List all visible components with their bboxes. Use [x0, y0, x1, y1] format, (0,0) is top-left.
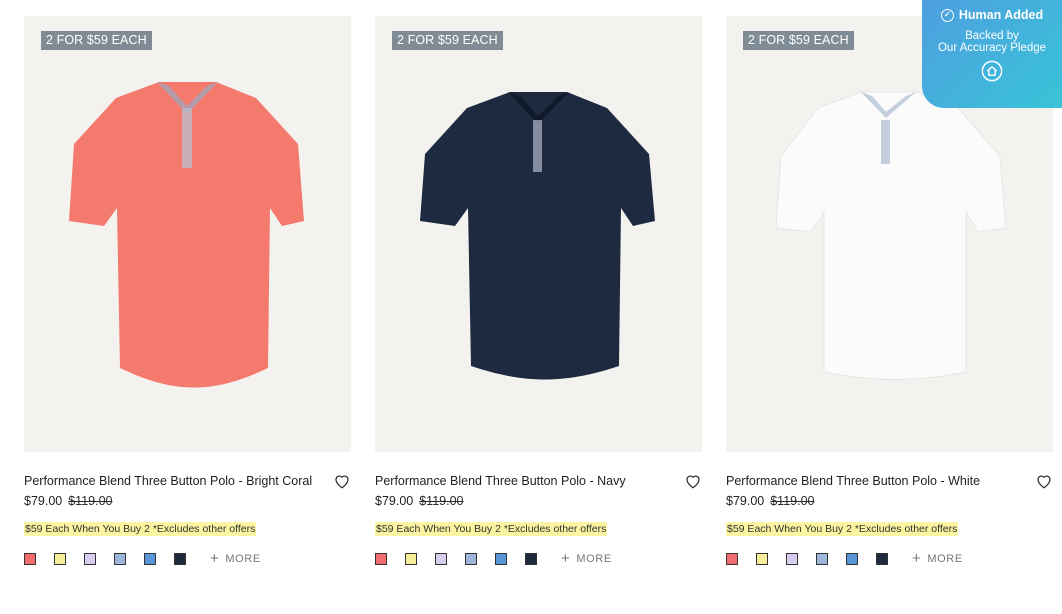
color-swatch[interactable]	[525, 553, 537, 565]
promo-badge: 2 FOR $59 EACH	[743, 31, 854, 50]
color-swatch[interactable]	[84, 553, 96, 565]
heart-icon[interactable]	[1035, 472, 1053, 490]
product-title[interactable]: Performance Blend Three Button Polo - Br…	[24, 472, 351, 489]
color-swatches: + MORE	[375, 550, 702, 567]
product-title[interactable]: Performance Blend Three Button Polo - Wh…	[726, 472, 1053, 489]
offer-text: $59 Each When You Buy 2 *Excludes other …	[375, 522, 608, 536]
offer-text: $59 Each When You Buy 2 *Excludes other …	[726, 522, 959, 536]
polo-shirt-image	[420, 92, 655, 380]
more-label: MORE	[225, 553, 261, 565]
original-price: $119.00	[68, 494, 113, 508]
current-price: $79.00	[726, 494, 765, 508]
original-price: $119.00	[419, 494, 464, 508]
more-colors-button[interactable]: + MORE	[912, 550, 963, 567]
color-swatch[interactable]	[846, 553, 858, 565]
color-swatch[interactable]	[876, 553, 888, 565]
color-swatch[interactable]	[54, 553, 66, 565]
color-swatch[interactable]	[144, 553, 156, 565]
price: $79.00 $119.00	[24, 493, 351, 509]
color-swatch[interactable]	[174, 553, 186, 565]
polo-shirt-image	[69, 82, 304, 388]
pledge-heading: ✓ Human Added	[922, 8, 1062, 22]
plus-icon: +	[912, 550, 922, 567]
price: $79.00 $119.00	[726, 493, 1053, 509]
product-title[interactable]: Performance Blend Three Button Polo - Na…	[375, 472, 702, 489]
promo-badge: 2 FOR $59 EACH	[392, 31, 503, 50]
heart-icon[interactable]	[333, 472, 351, 490]
color-swatch[interactable]	[726, 553, 738, 565]
product-card[interactable]: 2 FOR $59 EACH Performance Blend Three B…	[24, 16, 351, 566]
product-image[interactable]: 2 FOR $59 EACH	[375, 16, 702, 452]
color-swatch[interactable]	[786, 553, 798, 565]
more-colors-button[interactable]: + MORE	[210, 550, 261, 567]
price: $79.00 $119.00	[375, 493, 702, 509]
pledge-subtext: Backed by Our Accuracy Pledge	[937, 30, 1047, 54]
color-swatches: + MORE	[24, 550, 351, 567]
color-swatch[interactable]	[816, 553, 828, 565]
color-swatch[interactable]	[435, 553, 447, 565]
accuracy-pledge-badge[interactable]: ✓ Human Added Backed by Our Accuracy Ple…	[922, 0, 1062, 108]
current-price: $79.00	[375, 494, 414, 508]
heart-icon[interactable]	[684, 472, 702, 490]
offer-text: $59 Each When You Buy 2 *Excludes other …	[24, 522, 257, 536]
promo-badge: 2 FOR $59 EACH	[41, 31, 152, 50]
product-card[interactable]: 2 FOR $59 EACH Performance Blend Three B…	[375, 16, 702, 566]
color-swatch[interactable]	[756, 553, 768, 565]
color-swatch[interactable]	[465, 553, 477, 565]
original-price: $119.00	[770, 494, 815, 508]
more-label: MORE	[576, 553, 612, 565]
current-price: $79.00	[24, 494, 63, 508]
color-swatch[interactable]	[114, 553, 126, 565]
check-circle-icon: ✓	[940, 8, 954, 22]
plus-icon: +	[561, 550, 571, 567]
product-image[interactable]: 2 FOR $59 EACH	[24, 16, 351, 452]
color-swatch[interactable]	[495, 553, 507, 565]
color-swatch[interactable]	[24, 553, 36, 565]
more-colors-button[interactable]: + MORE	[561, 550, 612, 567]
color-swatches: + MORE	[726, 550, 1053, 567]
home-shield-icon	[981, 60, 1003, 82]
color-swatch[interactable]	[375, 553, 387, 565]
color-swatch[interactable]	[405, 553, 417, 565]
plus-icon: +	[210, 550, 220, 567]
more-label: MORE	[927, 553, 963, 565]
